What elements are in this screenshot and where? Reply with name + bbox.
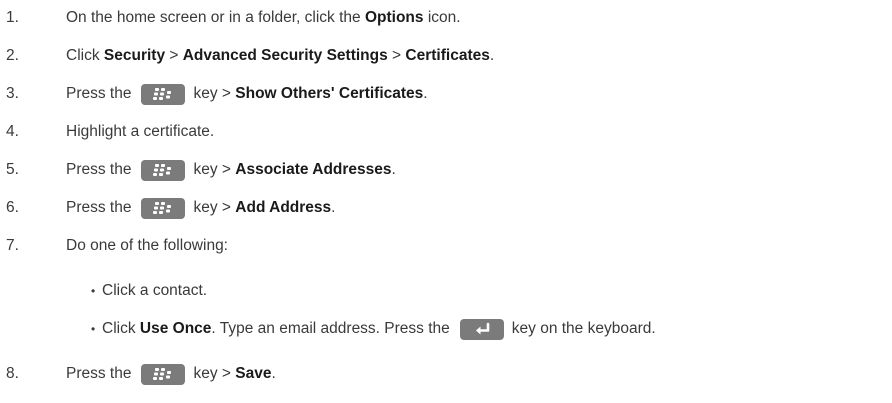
step-text-part: .	[489, 47, 495, 64]
step-text-part: icon.	[423, 9, 461, 26]
step-text: Press the key > Associate Addresses.	[66, 159, 396, 181]
step-text-part: Click	[66, 47, 104, 64]
substep-text-part: Click a contact.	[102, 282, 208, 299]
step-number: 6.	[6, 199, 19, 216]
step-text-part: .	[423, 85, 428, 102]
step-text-part: key >	[193, 161, 236, 178]
step-text-part: Highlight a certificate.	[66, 123, 215, 140]
step-text-part: key >	[193, 199, 236, 216]
step-number: 5.	[6, 161, 19, 178]
step-text: Press the key > Save.	[66, 363, 276, 385]
step-text: Highlight a certificate.	[66, 123, 214, 141]
step-text: On the home screen or in a folder, click…	[66, 9, 461, 27]
separator: >	[165, 47, 183, 64]
instruction-steps: 1. On the home screen or in a folder, cl…	[0, 0, 892, 403]
substep-text-part: . Type an email address. Press the	[211, 320, 450, 337]
step-text: Do one of the following:	[66, 237, 228, 255]
substep-text-part: Click	[102, 320, 140, 337]
step-text-part: Press the	[66, 365, 132, 382]
substep-text: Click a contact.	[102, 282, 207, 300]
bullet: •	[91, 322, 96, 336]
advanced-security-settings-label: Advanced Security Settings	[182, 47, 388, 64]
step-number: 8.	[6, 365, 19, 382]
add-address-label: Add Address	[235, 199, 332, 216]
substep-text-part: key on the keyboard.	[511, 320, 656, 337]
substep-text: Click Use Once. Type an email address. P…	[102, 318, 656, 340]
step-text-part: Do one of the following:	[66, 237, 228, 254]
step-number: 4.	[6, 123, 19, 140]
associate-addresses-label: Associate Addresses	[235, 161, 392, 178]
step-6: 6. Press the key > Add Address.	[0, 193, 892, 223]
bullet: •	[91, 284, 96, 298]
security-label: Security	[103, 47, 166, 64]
substep-2: • Click Use Once. Type an email address.…	[0, 314, 892, 344]
step-text-part: .	[331, 199, 336, 216]
menu-key-icon	[141, 159, 186, 181]
step-text-part: Press the	[66, 161, 132, 178]
options-label: Options	[364, 9, 424, 26]
step-1: 1. On the home screen or in a folder, cl…	[0, 3, 892, 33]
step-text-part: Press the	[66, 85, 132, 102]
menu-key-icon	[141, 83, 186, 105]
step-text: Press the key > Add Address.	[66, 197, 336, 219]
step-4: 4. Highlight a certificate.	[0, 117, 892, 147]
menu-key-icon	[141, 363, 186, 385]
step-number: 2.	[6, 47, 19, 64]
step-text-part: On the home screen or in a folder, click…	[66, 9, 365, 26]
step-5: 5. Press the key > Associate Addresses.	[0, 155, 892, 185]
step-number: 3.	[6, 85, 19, 102]
step-text-part: key >	[193, 365, 236, 382]
substep-1: • Click a contact.	[0, 276, 892, 306]
step-7: 7. Do one of the following:	[0, 231, 892, 261]
step-text-part: Press the	[66, 199, 132, 216]
separator: >	[387, 47, 406, 64]
show-others-certificates-label: Show Others' Certificates	[235, 85, 424, 102]
step-text-part: key >	[193, 85, 236, 102]
step-text-part: .	[391, 161, 396, 178]
step-number: 7.	[6, 237, 19, 254]
step-2: 2. Click Security > Advanced Security Se…	[0, 41, 892, 71]
use-once-label: Use Once	[139, 320, 212, 337]
enter-key-icon	[459, 318, 504, 340]
step-3: 3. Press the key > Show Others' Certific…	[0, 79, 892, 109]
step-text: Click Security > Advanced Security Setti…	[66, 47, 494, 65]
certificates-label: Certificates	[405, 47, 490, 64]
step-number: 1.	[6, 9, 19, 26]
step-text-part: .	[271, 365, 276, 382]
step-text: Press the key > Show Others' Certificate…	[66, 83, 428, 105]
menu-key-icon	[141, 197, 186, 219]
save-label: Save	[235, 365, 272, 382]
step-8: 8. Press the key > Save.	[0, 359, 892, 389]
